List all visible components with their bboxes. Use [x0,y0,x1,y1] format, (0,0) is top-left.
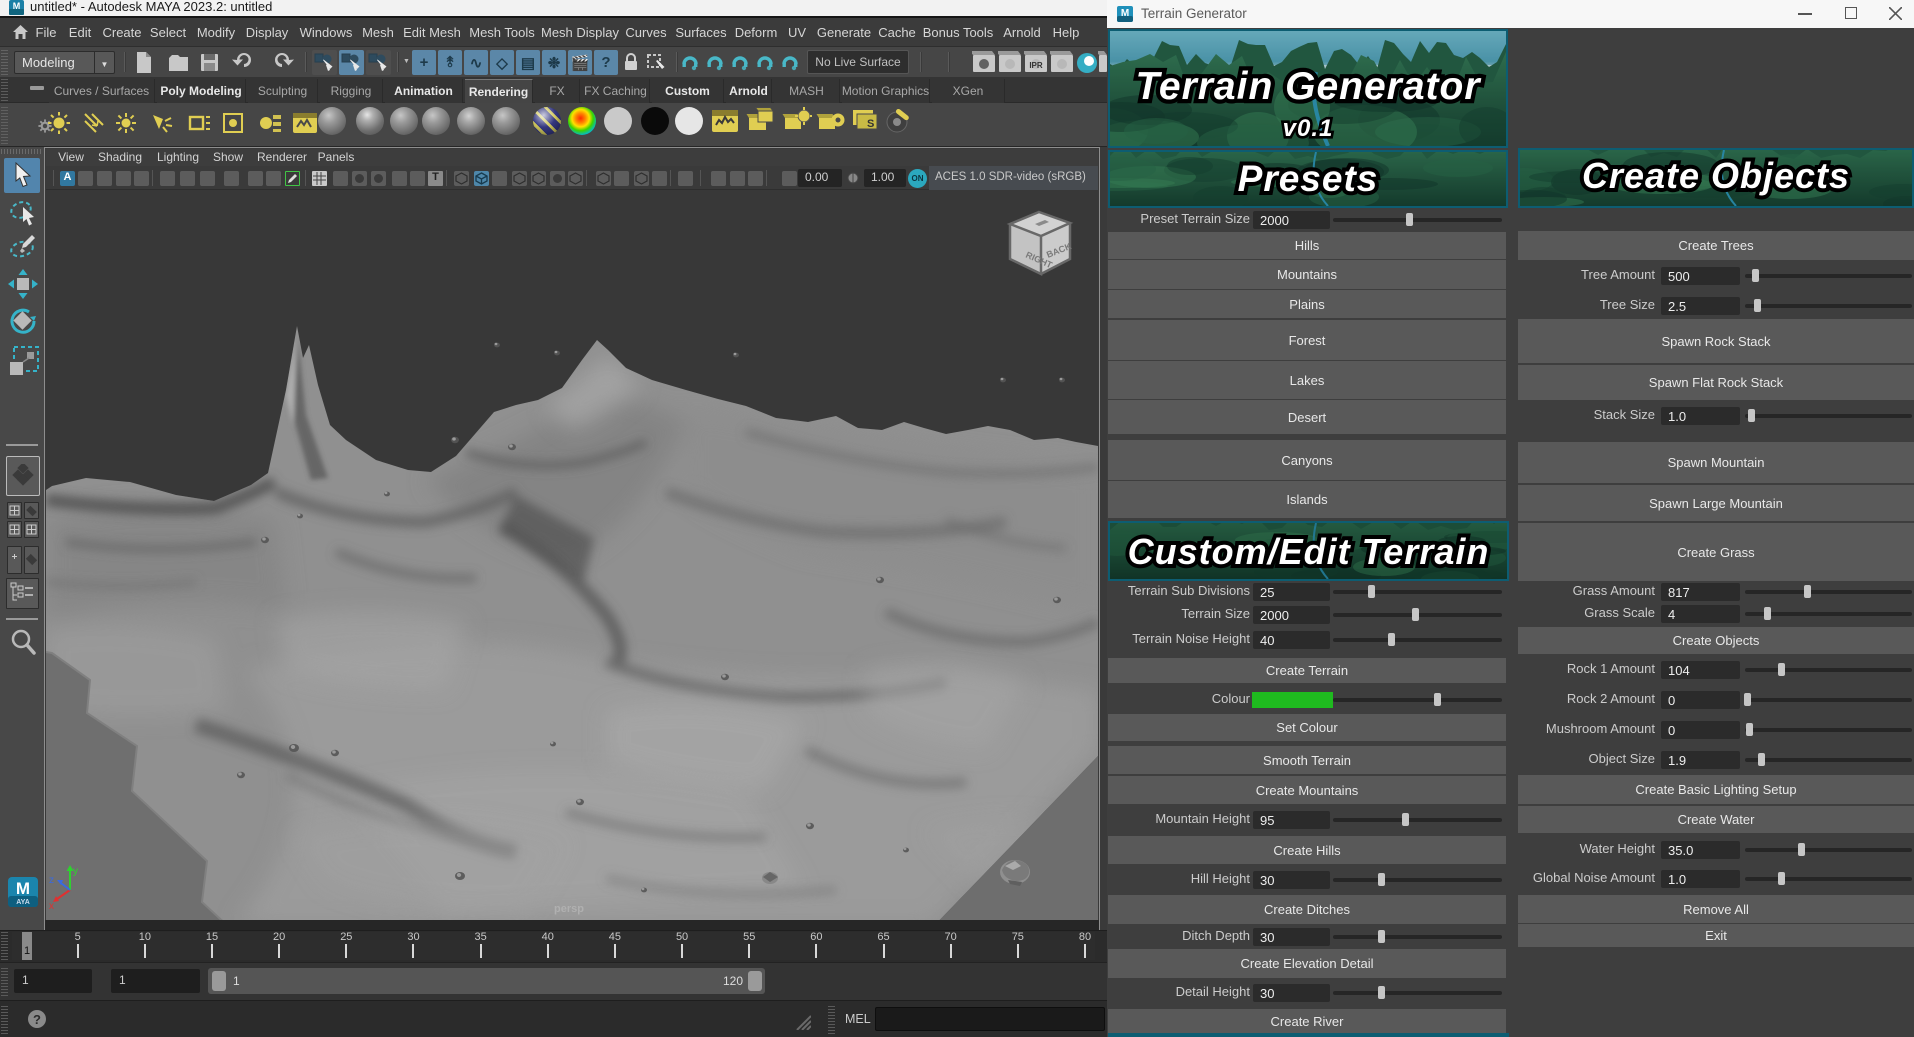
svg-text:S: S [867,118,874,130]
svg-text:Terrain Generator: Terrain Generator [1136,65,1482,108]
svg-text:x: x [49,901,54,912]
svg-text:Create Objects: Create Objects [1582,155,1850,196]
svg-text:Custom/Edit Terrain: Custom/Edit Terrain [1128,531,1490,572]
svg-text:IPR: IPR [1029,61,1043,70]
svg-text:M: M [1121,8,1129,19]
svg-text:M: M [13,1,21,11]
svg-text:y: y [73,866,78,877]
svg-text:M: M [16,879,30,898]
svg-text:AYA: AYA [16,899,30,906]
svg-text:v0.1: v0.1 [1283,115,1334,142]
svg-text:Presets: Presets [1238,158,1379,199]
svg-text:z: z [49,875,54,886]
svg-text:persp: persp [554,903,584,915]
